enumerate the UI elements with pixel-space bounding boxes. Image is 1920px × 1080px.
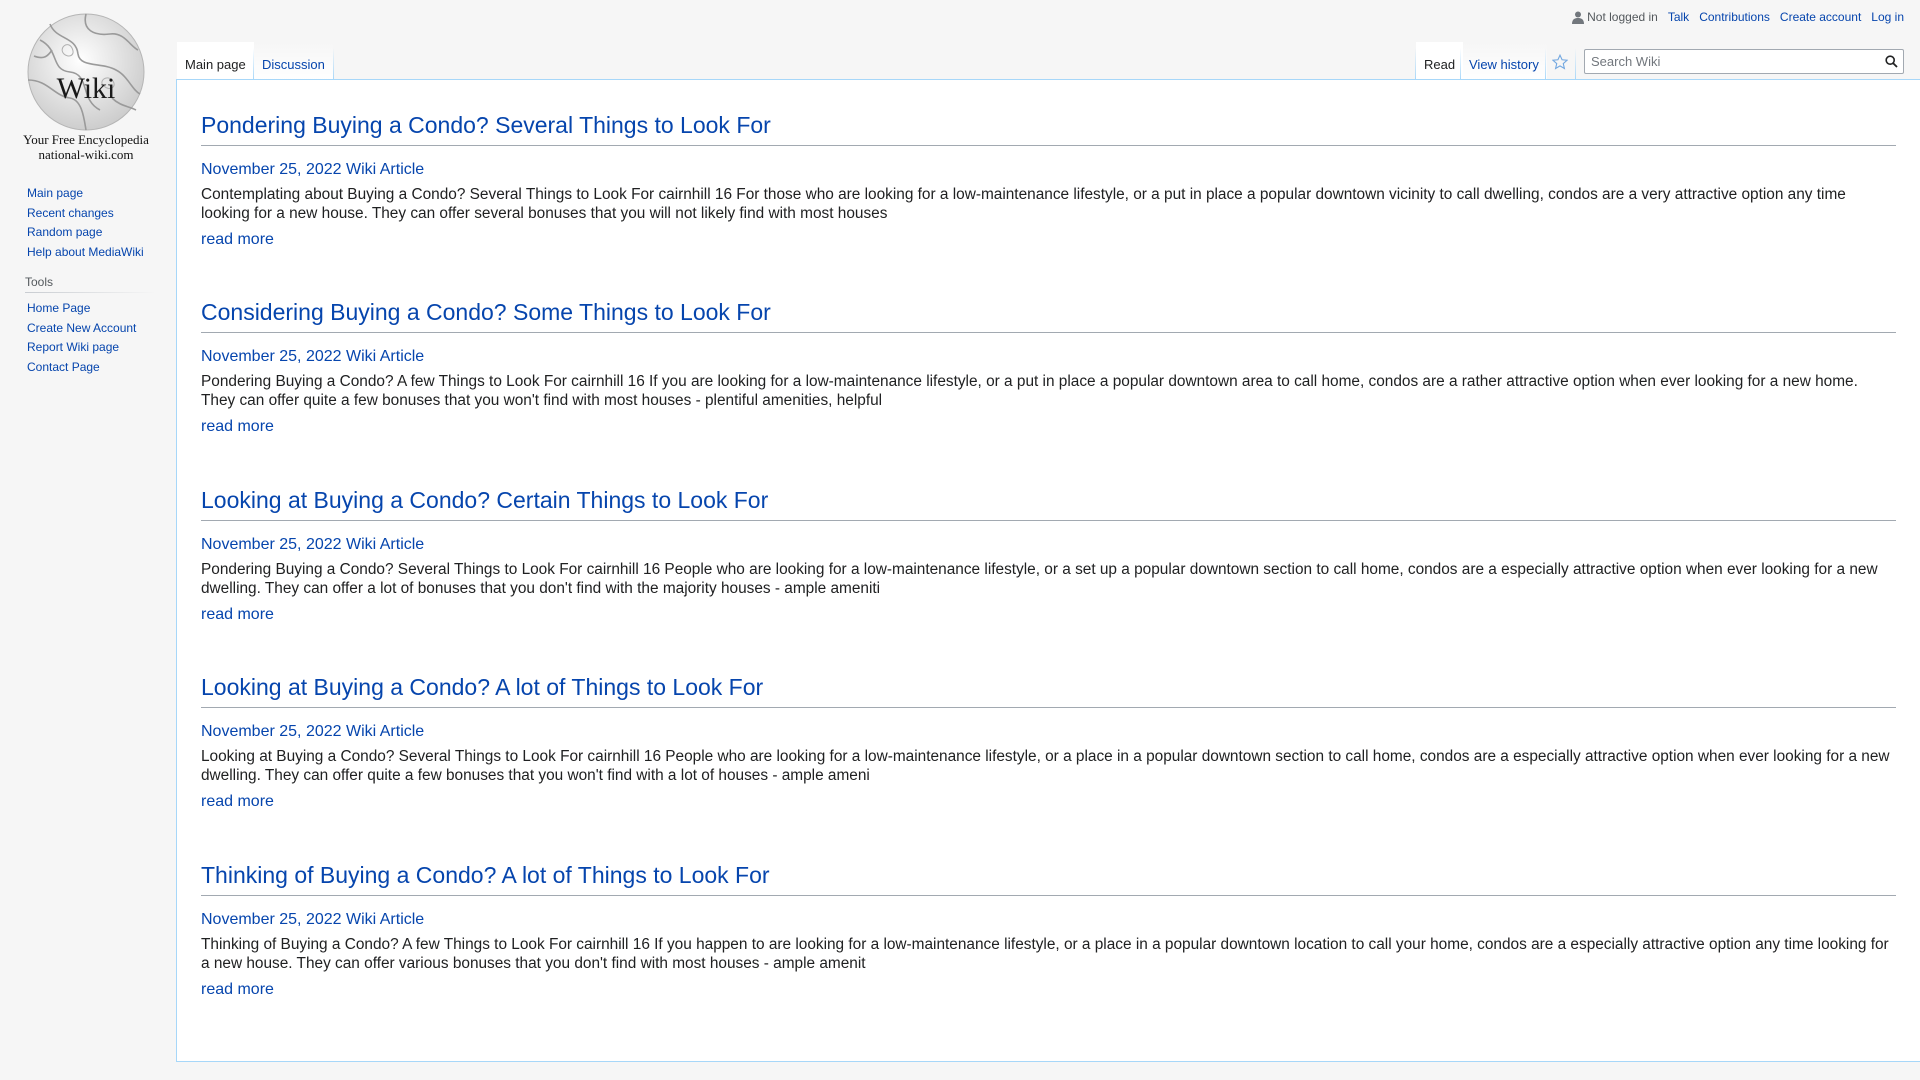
sidebar-item-create-account[interactable]: Create New Account — [27, 321, 136, 335]
puzzle-globe-logo: Wiki — [27, 13, 145, 131]
article-entry: Thinking of Buying a Condo? A lot of Thi… — [201, 861, 1896, 1000]
tab-discussion[interactable]: Discussion — [254, 42, 333, 80]
article-excerpt: Looking at Buying a Condo? Several Thing… — [201, 748, 1890, 784]
sidebar-item-recent-changes[interactable]: Recent changes — [27, 206, 114, 220]
article-title[interactable]: Looking at Buying a Condo? A lot of Thin… — [201, 673, 1896, 708]
tab-main-page-label: Main page — [185, 57, 246, 72]
tab-read-label: Read — [1424, 57, 1456, 72]
tab-separator — [1545, 48, 1546, 80]
svg-text:Wiki: Wiki — [57, 72, 116, 105]
read-more-link[interactable]: read more — [201, 792, 274, 812]
anon-status: Not logged in — [1572, 10, 1658, 24]
logo-domain: national-wiki.com — [38, 147, 134, 162]
user-icon — [1572, 11, 1585, 24]
search-box — [1584, 49, 1904, 74]
tab-read[interactable]: Read — [1416, 42, 1464, 80]
tab-view-history-label: View history — [1469, 57, 1539, 72]
article-entry: Pondering Buying a Condo? Several Things… — [201, 111, 1896, 250]
article-title[interactable]: Pondering Buying a Condo? Several Things… — [201, 111, 1896, 146]
tab-main-page[interactable]: Main page — [177, 42, 254, 80]
article-excerpt: Thinking of Buying a Condo? A few Things… — [201, 936, 1889, 972]
sidebar-item-random-page[interactable]: Random page — [27, 225, 102, 239]
article-title[interactable]: Considering Buying a Condo? Some Things … — [201, 298, 1896, 333]
sidebar-navigation: Main page Recent changes Random page Hel… — [27, 184, 177, 262]
article-excerpt: Contemplating about Buying a Condo? Seve… — [201, 186, 1846, 222]
talk-link[interactable]: Talk — [1668, 10, 1689, 24]
sidebar-item-help[interactable]: Help about MediaWiki — [27, 245, 144, 259]
article-meta[interactable]: November 25, 2022 Wiki Article — [201, 722, 1896, 742]
article-meta[interactable]: November 25, 2022 Wiki Article — [201, 160, 1896, 180]
article-meta[interactable]: November 25, 2022 Wiki Article — [201, 535, 1896, 555]
sidebar-item-home-page[interactable]: Home Page — [27, 301, 90, 315]
tab-separator — [333, 48, 334, 80]
sidebar-item-contact-page[interactable]: Contact Page — [27, 360, 100, 374]
read-more-link[interactable]: read more — [201, 417, 274, 437]
tools-heading: Tools — [25, 272, 155, 293]
sidebar-item-report-page[interactable]: Report Wiki page — [27, 340, 119, 354]
article-meta[interactable]: November 25, 2022 Wiki Article — [201, 347, 1896, 367]
search-icon — [1884, 55, 1898, 68]
article-entry: Looking at Buying a Condo? A lot of Thin… — [201, 673, 1896, 812]
article-excerpt: Pondering Buying a Condo? Several Things… — [201, 561, 1878, 597]
content-area: Pondering Buying a Condo? Several Things… — [176, 79, 1920, 1062]
read-more-link[interactable]: read more — [201, 605, 274, 625]
tab-separator — [1575, 48, 1576, 80]
contributions-link[interactable]: Contributions — [1699, 10, 1770, 24]
personal-tools: Not logged in Talk Contributions Create … — [1572, 10, 1904, 24]
tab-discussion-label: Discussion — [262, 57, 325, 72]
article-excerpt: Pondering Buying a Condo? A few Things t… — [201, 373, 1858, 409]
watch-star-icon[interactable] — [1551, 53, 1569, 70]
tab-view-history[interactable]: View history — [1461, 42, 1547, 80]
article-title[interactable]: Thinking of Buying a Condo? A lot of Thi… — [201, 861, 1896, 896]
article-entry: Considering Buying a Condo? Some Things … — [201, 298, 1896, 437]
read-more-link[interactable]: read more — [201, 230, 274, 250]
create-account-link[interactable]: Create account — [1780, 10, 1861, 24]
search-button[interactable] — [1879, 50, 1903, 73]
article-title[interactable]: Looking at Buying a Condo? Certain Thing… — [201, 486, 1896, 521]
logo-tagline: Your Free Encyclopedia — [23, 132, 149, 147]
sidebar: Main page Recent changes Random page Hel… — [25, 184, 177, 387]
sidebar-item-main-page[interactable]: Main page — [27, 186, 83, 200]
article-meta[interactable]: November 25, 2022 Wiki Article — [201, 910, 1896, 930]
sidebar-tools: Tools Home Page Create New Account Repor… — [25, 272, 177, 377]
login-link[interactable]: Log in — [1871, 10, 1904, 24]
read-more-link[interactable]: read more — [201, 980, 274, 1000]
article-entry: Looking at Buying a Condo? Certain Thing… — [201, 486, 1896, 625]
site-logo[interactable]: Wiki Your Free Encyclopedia national-wik… — [20, 10, 152, 162]
search-input[interactable] — [1585, 54, 1879, 69]
anon-label: Not logged in — [1587, 10, 1658, 24]
